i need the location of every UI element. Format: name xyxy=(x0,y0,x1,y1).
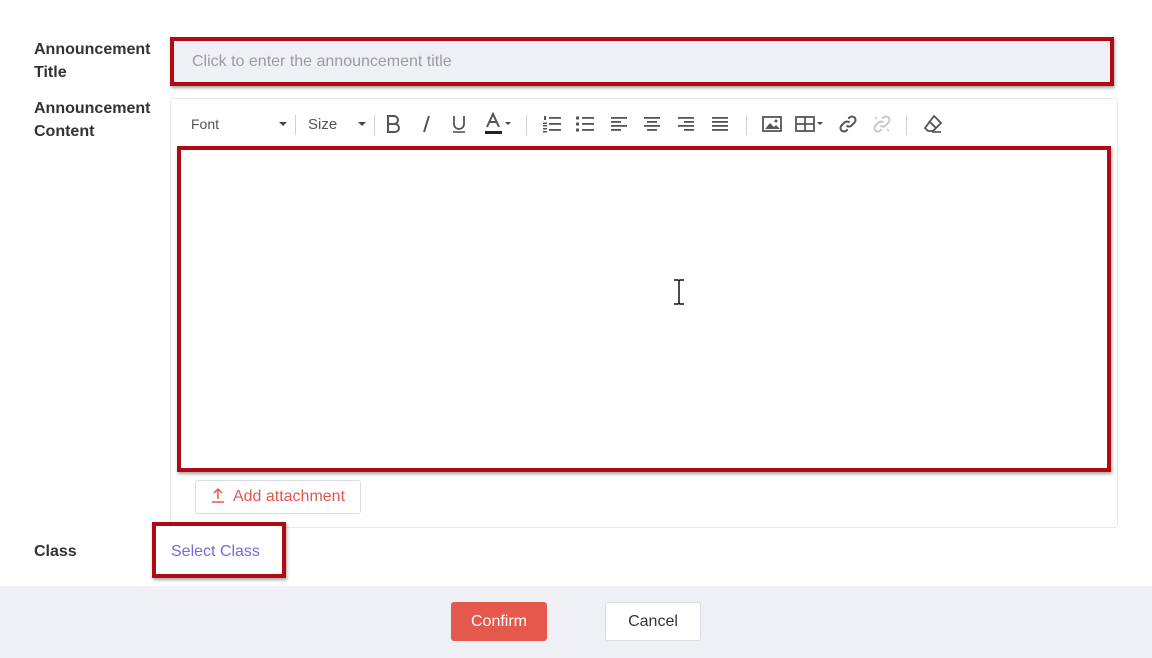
chevron-down-icon xyxy=(279,122,287,126)
toolbar-divider xyxy=(746,115,747,135)
font-color-button[interactable] xyxy=(482,111,514,137)
insert-link-button[interactable] xyxy=(836,111,860,137)
font-dropdown-label: Font xyxy=(191,116,220,132)
size-dropdown-label: Size xyxy=(308,115,338,133)
font-color-icon xyxy=(483,112,513,136)
insert-table-button[interactable] xyxy=(794,111,826,137)
clear-format-icon xyxy=(923,114,943,134)
ordered-list-icon xyxy=(542,114,562,134)
table-icon xyxy=(795,115,825,133)
align-left-icon xyxy=(610,115,628,133)
chevron-down-icon xyxy=(358,122,366,126)
bold-icon xyxy=(385,114,401,134)
size-dropdown[interactable]: Size xyxy=(308,111,366,137)
toolbar-divider xyxy=(374,115,375,135)
align-justify-icon xyxy=(711,115,729,133)
upload-icon xyxy=(211,487,225,508)
font-dropdown[interactable]: Font xyxy=(191,111,287,137)
confirm-button[interactable]: Confirm xyxy=(451,602,547,641)
bold-button[interactable] xyxy=(381,111,405,137)
select-class-label: Select Class xyxy=(171,543,260,560)
select-class-link[interactable]: Select Class xyxy=(152,522,286,578)
image-icon xyxy=(762,115,782,133)
unlink-icon xyxy=(872,114,892,134)
align-center-button[interactable] xyxy=(640,111,664,137)
text-cursor-icon xyxy=(672,279,686,310)
unordered-list-icon xyxy=(575,114,595,134)
ordered-list-button[interactable] xyxy=(540,111,564,137)
announcement-title-input[interactable] xyxy=(170,37,1114,86)
align-left-button[interactable] xyxy=(607,111,631,137)
italic-icon xyxy=(419,114,433,134)
underline-icon xyxy=(451,114,467,134)
insert-image-button[interactable] xyxy=(760,111,784,137)
content-editor: Font Size Add attachment xyxy=(170,98,1118,528)
add-attachment-button[interactable]: Add attachment xyxy=(195,480,361,514)
content-textarea[interactable] xyxy=(177,146,1111,472)
toolbar-divider xyxy=(295,115,296,135)
toolbar-divider xyxy=(526,115,527,135)
announcement-content-label: Announcement Content xyxy=(34,100,151,140)
italic-button[interactable] xyxy=(414,111,438,137)
class-label: Class xyxy=(34,543,77,560)
clear-format-button[interactable] xyxy=(921,111,945,137)
unlink-button[interactable] xyxy=(870,111,894,137)
align-justify-button[interactable] xyxy=(708,111,732,137)
add-attachment-label: Add attachment xyxy=(232,488,346,505)
announcement-title-label: Announcement Title xyxy=(34,41,151,81)
align-center-icon xyxy=(643,115,661,133)
link-icon xyxy=(838,114,858,134)
toolbar-divider xyxy=(906,115,907,135)
align-right-button[interactable] xyxy=(674,111,698,137)
cancel-button[interactable]: Cancel xyxy=(605,602,701,641)
editor-toolbar: Font Size xyxy=(171,99,1117,147)
underline-button[interactable] xyxy=(447,111,471,137)
align-right-icon xyxy=(677,115,695,133)
dialog-footer: Confirm Cancel xyxy=(0,586,1152,658)
unordered-list-button[interactable] xyxy=(573,111,597,137)
